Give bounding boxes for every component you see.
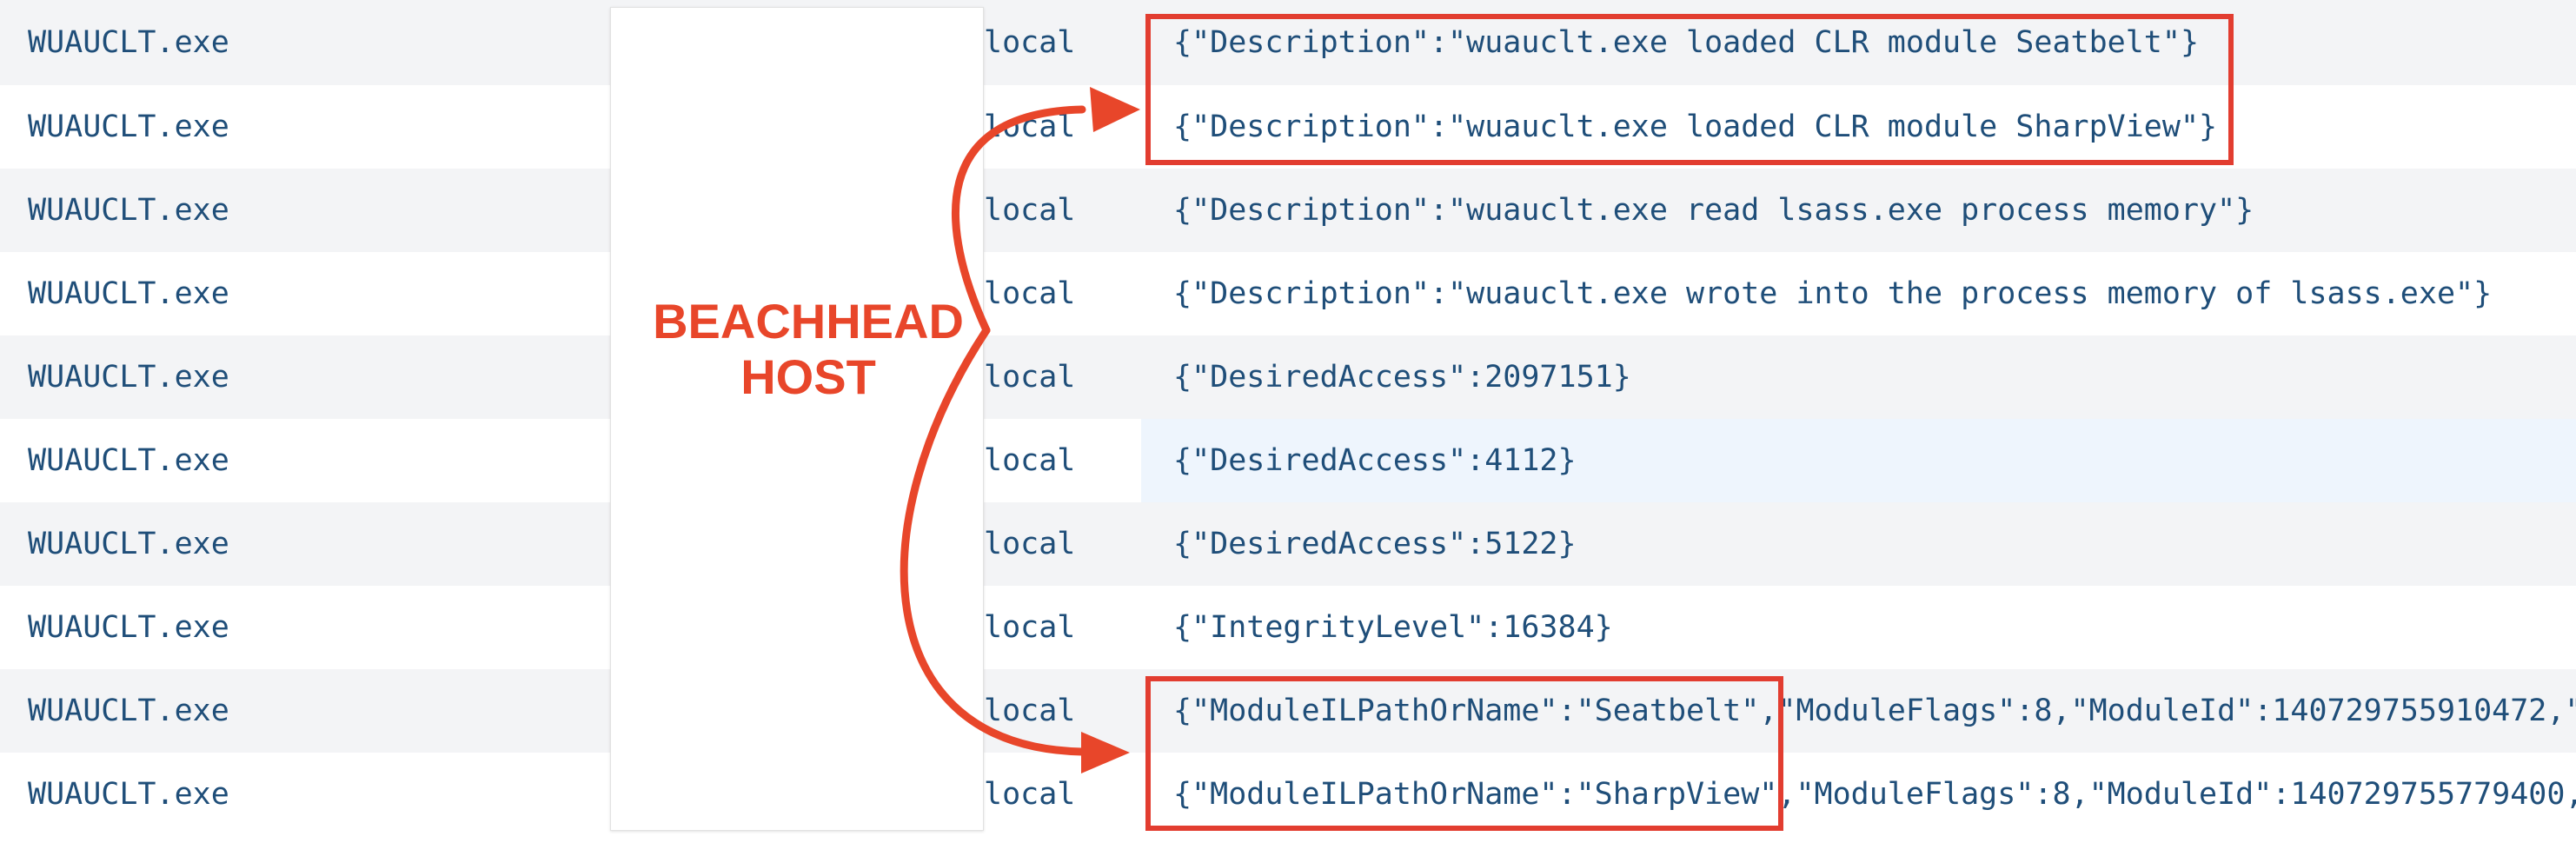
arrow-curve-down xyxy=(900,326,1086,756)
arrow-curve-up xyxy=(951,105,1086,335)
arrow-head-down xyxy=(1081,732,1130,773)
arrow-head-up xyxy=(1090,87,1140,132)
annotation-arrows xyxy=(900,87,1140,773)
